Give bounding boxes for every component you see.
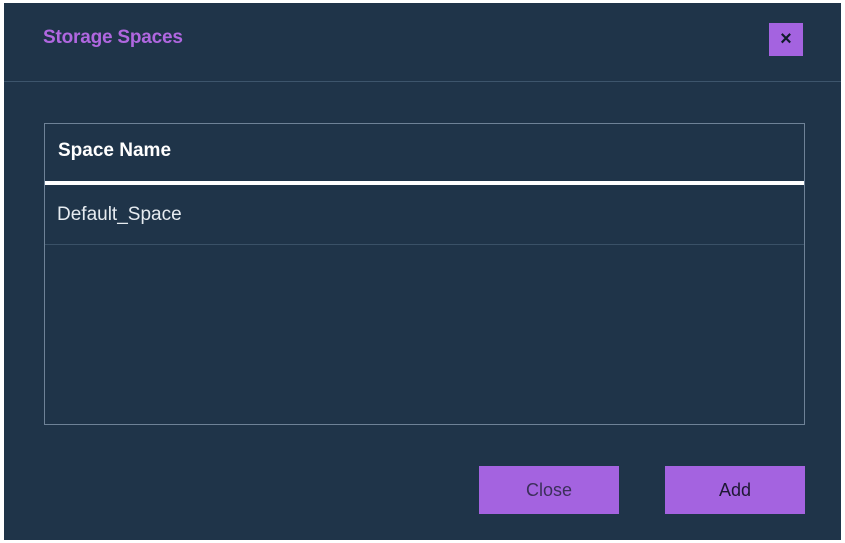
table-row[interactable]: Default_Space [45, 185, 804, 245]
storage-spaces-dialog: Storage Spaces × Space Name Default_Spac… [4, 3, 841, 540]
add-button[interactable]: Add [665, 466, 805, 514]
column-header-space-name[interactable]: Space Name [58, 140, 171, 162]
spaces-table: Space Name Default_Space [44, 123, 805, 425]
space-name-cell: Default_Space [57, 204, 182, 225]
dialog-title: Storage Spaces [43, 27, 183, 48]
close-icon[interactable]: × [769, 23, 803, 56]
dialog-header: Storage Spaces × [4, 3, 841, 82]
close-button[interactable]: Close [479, 466, 619, 514]
table-header: Space Name [45, 124, 804, 185]
